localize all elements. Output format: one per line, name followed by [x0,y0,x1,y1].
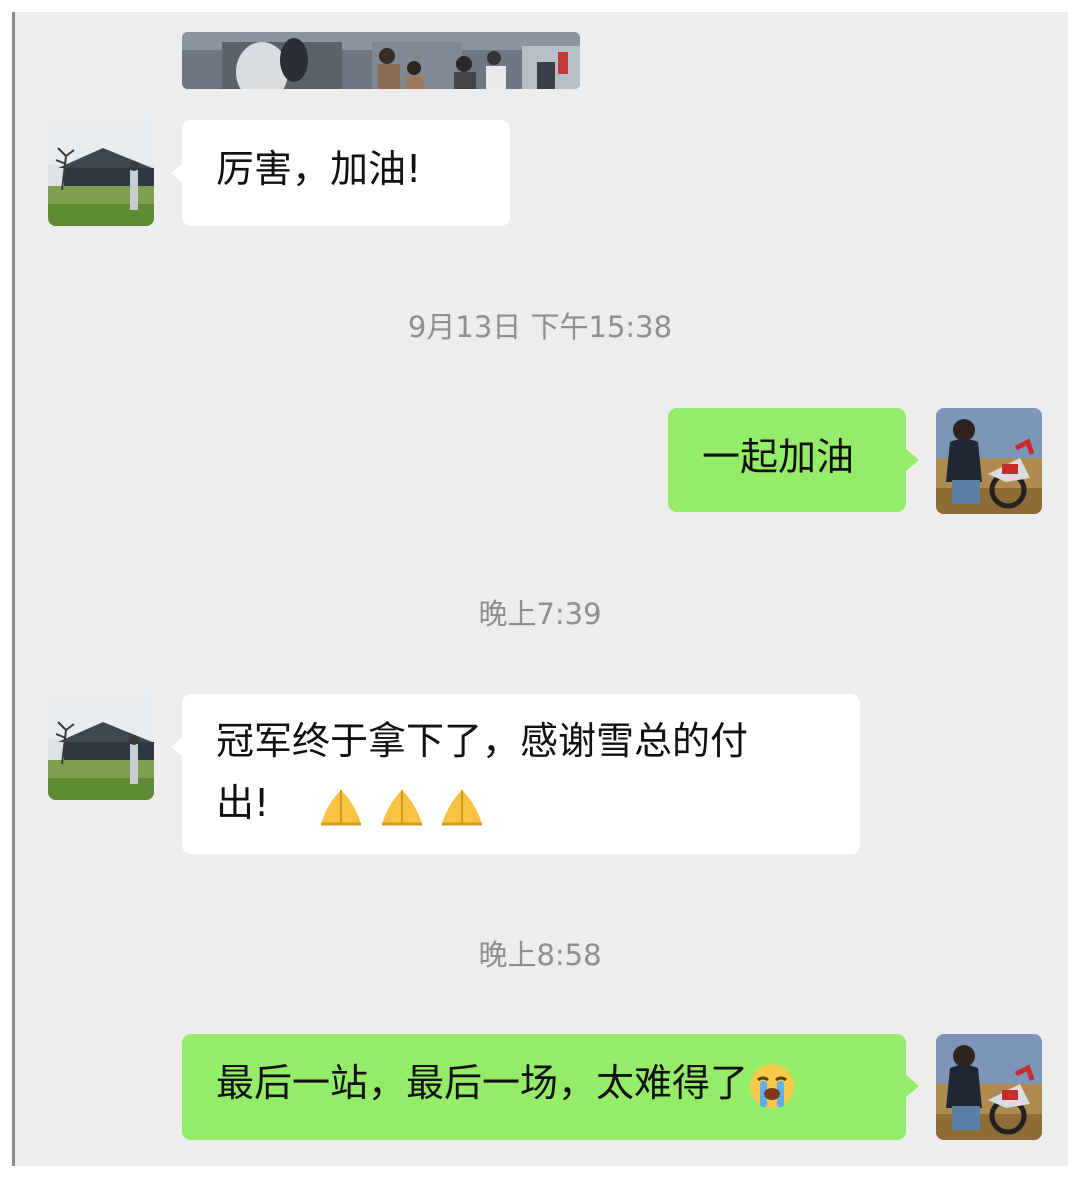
my-avatar[interactable] [936,1034,1042,1140]
my-avatar[interactable] [936,408,1042,514]
loudly-crying-face-emoji [748,1062,796,1110]
message-text-line: 出! [216,772,826,834]
message-text: 最后一站，最后一场，太难得了 [216,1061,749,1105]
message-text: 出! [216,781,270,825]
message-text-line: 冠军终于拿下了，感谢雪总的付 [216,719,749,763]
folded-hands-emoji [438,784,486,828]
message-bubble-incoming[interactable]: 厉害，加油! [182,120,510,226]
message-text: 一起加油 [702,435,855,479]
message-timestamp: 9月13日 下午15:38 [407,310,673,344]
folded-hands-emoji [317,784,365,828]
message-bubble-outgoing[interactable]: 最后一站，最后一场，太难得了 [182,1034,906,1140]
contact-avatar[interactable] [48,120,154,226]
image-message[interactable] [182,32,580,89]
folded-hands-emoji [378,784,426,828]
bubble-tail [906,1075,919,1097]
message-bubble-incoming[interactable]: 冠军终于拿下了，感谢雪总的付 出! [182,694,860,854]
message-timestamp: 晚上8:58 [478,938,602,972]
photo-image [182,32,580,89]
message-bubble-outgoing[interactable]: 一起加油 [668,408,906,512]
message-text: 厉害，加油! [216,147,422,191]
contact-avatar[interactable] [48,694,154,800]
bubble-tail [906,449,919,471]
message-timestamp: 晚上7:39 [478,597,602,631]
divider [12,12,15,1166]
chat-window: 厉害，加油! 9月13日 下午15:38 一起加油 晚上7:39 冠军终于拿下了… [12,12,1068,1166]
